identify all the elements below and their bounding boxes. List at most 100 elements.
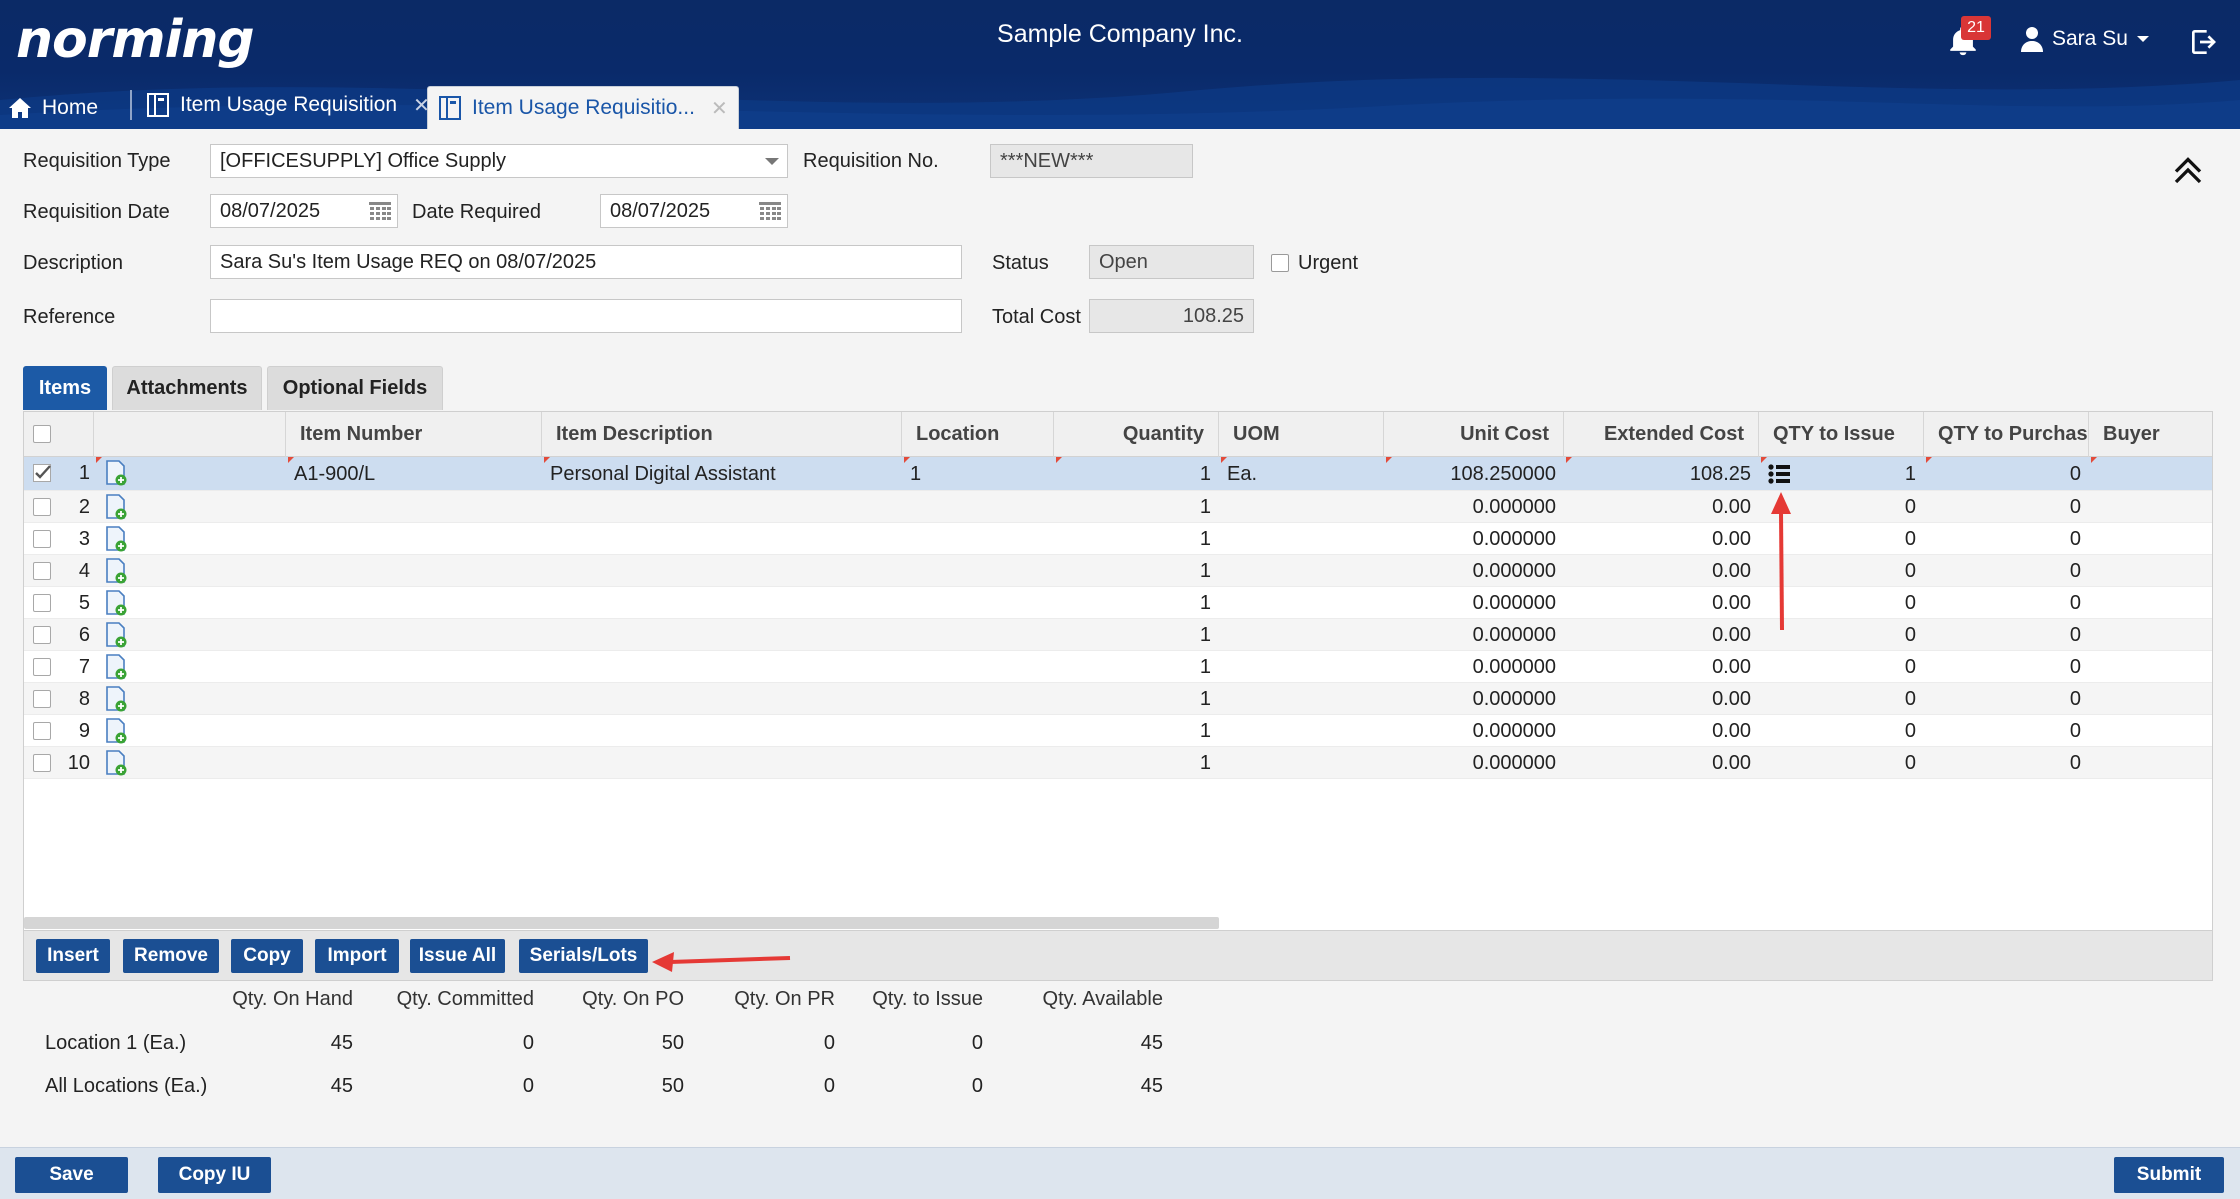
list-detail-icon[interactable]: [1768, 464, 1790, 484]
cell-extended-cost[interactable]: 0.00: [1564, 523, 1759, 555]
header-location[interactable]: Location: [902, 412, 1054, 457]
description-input[interactable]: Sara Su's Item Usage REQ on 08/07/2025: [210, 245, 962, 279]
cell-uom[interactable]: [1219, 523, 1384, 555]
cell-extended-cost[interactable]: 0.00: [1564, 491, 1759, 523]
cell-unit-cost[interactable]: 0.000000: [1384, 523, 1564, 555]
row-checkbox[interactable]: [33, 626, 51, 644]
cell-extended-cost[interactable]: 0.00: [1564, 747, 1759, 779]
cell-unit-cost[interactable]: 0.000000: [1384, 587, 1564, 619]
cell-uom[interactable]: [1219, 715, 1384, 747]
header-item-description[interactable]: Item Description: [542, 412, 902, 457]
save-button[interactable]: Save: [15, 1157, 128, 1193]
table-row[interactable]: 1 A1-900/L Personal Digital Assistant 1 1 Ea.…: [24, 457, 2212, 491]
cell-item-description[interactable]: Personal Digital Assistant: [542, 457, 902, 491]
add-detail-icon[interactable]: [104, 654, 128, 680]
cell-item-number[interactable]: [286, 555, 542, 587]
header-unit-cost[interactable]: Unit Cost: [1384, 412, 1564, 457]
cell-location[interactable]: [902, 651, 1054, 683]
table-row[interactable]: 3 1 0.000000 0.00 0 0: [24, 523, 2212, 555]
row-checkbox[interactable]: [33, 464, 51, 482]
row-checkbox[interactable]: [33, 754, 51, 772]
cell-item-number[interactable]: [286, 715, 542, 747]
cell-qty-to-purchase[interactable]: 0: [1924, 523, 2089, 555]
copy-button[interactable]: Copy: [231, 939, 303, 973]
cell-item-number[interactable]: [286, 651, 542, 683]
cell-location[interactable]: [902, 491, 1054, 523]
cell-unit-cost[interactable]: 0.000000: [1384, 619, 1564, 651]
cell-item-description[interactable]: [542, 491, 902, 523]
cell-unit-cost[interactable]: 0.000000: [1384, 747, 1564, 779]
add-detail-icon[interactable]: [104, 718, 128, 744]
tab-home[interactable]: Home: [8, 88, 98, 128]
header-buyer[interactable]: Buyer: [2089, 412, 2212, 457]
add-detail-icon[interactable]: [104, 494, 128, 520]
cell-location[interactable]: [902, 555, 1054, 587]
close-icon[interactable]: ✕: [711, 96, 728, 121]
cell-location[interactable]: [902, 683, 1054, 715]
cell-qty-to-purchase[interactable]: 0: [1924, 491, 2089, 523]
cell-unit-cost[interactable]: 0.000000: [1384, 715, 1564, 747]
table-row[interactable]: 8 1 0.000000 0.00 0 0: [24, 683, 2212, 715]
header-uom[interactable]: UOM: [1219, 412, 1384, 457]
cell-extended-cost[interactable]: 0.00: [1564, 619, 1759, 651]
cell-location[interactable]: [902, 747, 1054, 779]
cell-qty-to-purchase[interactable]: 0: [1924, 715, 2089, 747]
requisition-date-field[interactable]: 08/07/2025: [210, 194, 398, 228]
add-detail-icon[interactable]: [104, 750, 128, 776]
table-row[interactable]: 4 1 0.000000 0.00 0 0: [24, 555, 2212, 587]
table-row[interactable]: 10 1 0.000000 0.00 0 0: [24, 747, 2212, 779]
cell-quantity[interactable]: 1: [1054, 651, 1219, 683]
cell-location[interactable]: [902, 523, 1054, 555]
cell-unit-cost[interactable]: 0.000000: [1384, 555, 1564, 587]
tab-item-usage-requisition[interactable]: Item Usage Requisition ✕: [130, 90, 430, 120]
cell-unit-cost[interactable]: 108.250000: [1384, 457, 1564, 491]
cell-extended-cost[interactable]: 0.00: [1564, 555, 1759, 587]
copy-iu-button[interactable]: Copy IU: [158, 1157, 271, 1193]
cell-item-number[interactable]: [286, 747, 542, 779]
submit-button[interactable]: Submit: [2114, 1157, 2224, 1193]
remove-button[interactable]: Remove: [123, 939, 219, 973]
cell-qty-to-purchase[interactable]: 0: [1924, 683, 2089, 715]
add-detail-icon[interactable]: [104, 622, 128, 648]
cell-uom[interactable]: [1219, 651, 1384, 683]
cell-qty-to-purchase[interactable]: 0: [1924, 619, 2089, 651]
reference-input[interactable]: [210, 299, 962, 333]
header-qty-to-issue[interactable]: QTY to Issue: [1759, 412, 1924, 457]
tab-optional-fields[interactable]: Optional Fields: [267, 366, 443, 410]
logout-icon[interactable]: [2188, 26, 2220, 58]
add-detail-icon[interactable]: [104, 590, 128, 616]
row-checkbox[interactable]: [33, 498, 51, 516]
cell-uom[interactable]: [1219, 587, 1384, 619]
cell-unit-cost[interactable]: 0.000000: [1384, 651, 1564, 683]
cell-item-number[interactable]: [286, 523, 542, 555]
add-detail-icon[interactable]: [104, 558, 128, 584]
cell-qty-to-purchase[interactable]: 0: [1924, 587, 2089, 619]
cell-quantity[interactable]: 1: [1054, 457, 1219, 491]
cell-quantity[interactable]: 1: [1054, 555, 1219, 587]
tab-items[interactable]: Items: [23, 366, 107, 410]
cell-extended-cost[interactable]: 0.00: [1564, 715, 1759, 747]
header-quantity[interactable]: Quantity: [1054, 412, 1219, 457]
cell-qty-to-issue[interactable]: 0: [1759, 651, 1924, 683]
cell-unit-cost[interactable]: 0.000000: [1384, 683, 1564, 715]
row-checkbox[interactable]: [33, 530, 51, 548]
serials-lots-button[interactable]: Serials/Lots: [519, 939, 648, 973]
user-menu[interactable]: Sara Su: [2020, 26, 2150, 52]
cell-qty-to-issue[interactable]: 0: [1759, 715, 1924, 747]
cell-item-description[interactable]: [542, 683, 902, 715]
select-all-checkbox[interactable]: [33, 425, 51, 443]
cell-item-description[interactable]: [542, 715, 902, 747]
cell-item-number[interactable]: A1-900/L: [286, 457, 542, 491]
cell-qty-to-issue[interactable]: 0: [1759, 747, 1924, 779]
header-extended-cost[interactable]: Extended Cost: [1564, 412, 1759, 457]
cell-quantity[interactable]: 1: [1054, 747, 1219, 779]
cell-item-description[interactable]: [542, 651, 902, 683]
calendar-icon[interactable]: [759, 202, 781, 222]
calendar-icon[interactable]: [369, 202, 391, 222]
cell-item-description[interactable]: [542, 555, 902, 587]
issue-all-button[interactable]: Issue All: [410, 939, 505, 973]
cell-uom[interactable]: [1219, 747, 1384, 779]
cell-location[interactable]: [902, 587, 1054, 619]
cell-quantity[interactable]: 1: [1054, 587, 1219, 619]
cell-quantity[interactable]: 1: [1054, 491, 1219, 523]
